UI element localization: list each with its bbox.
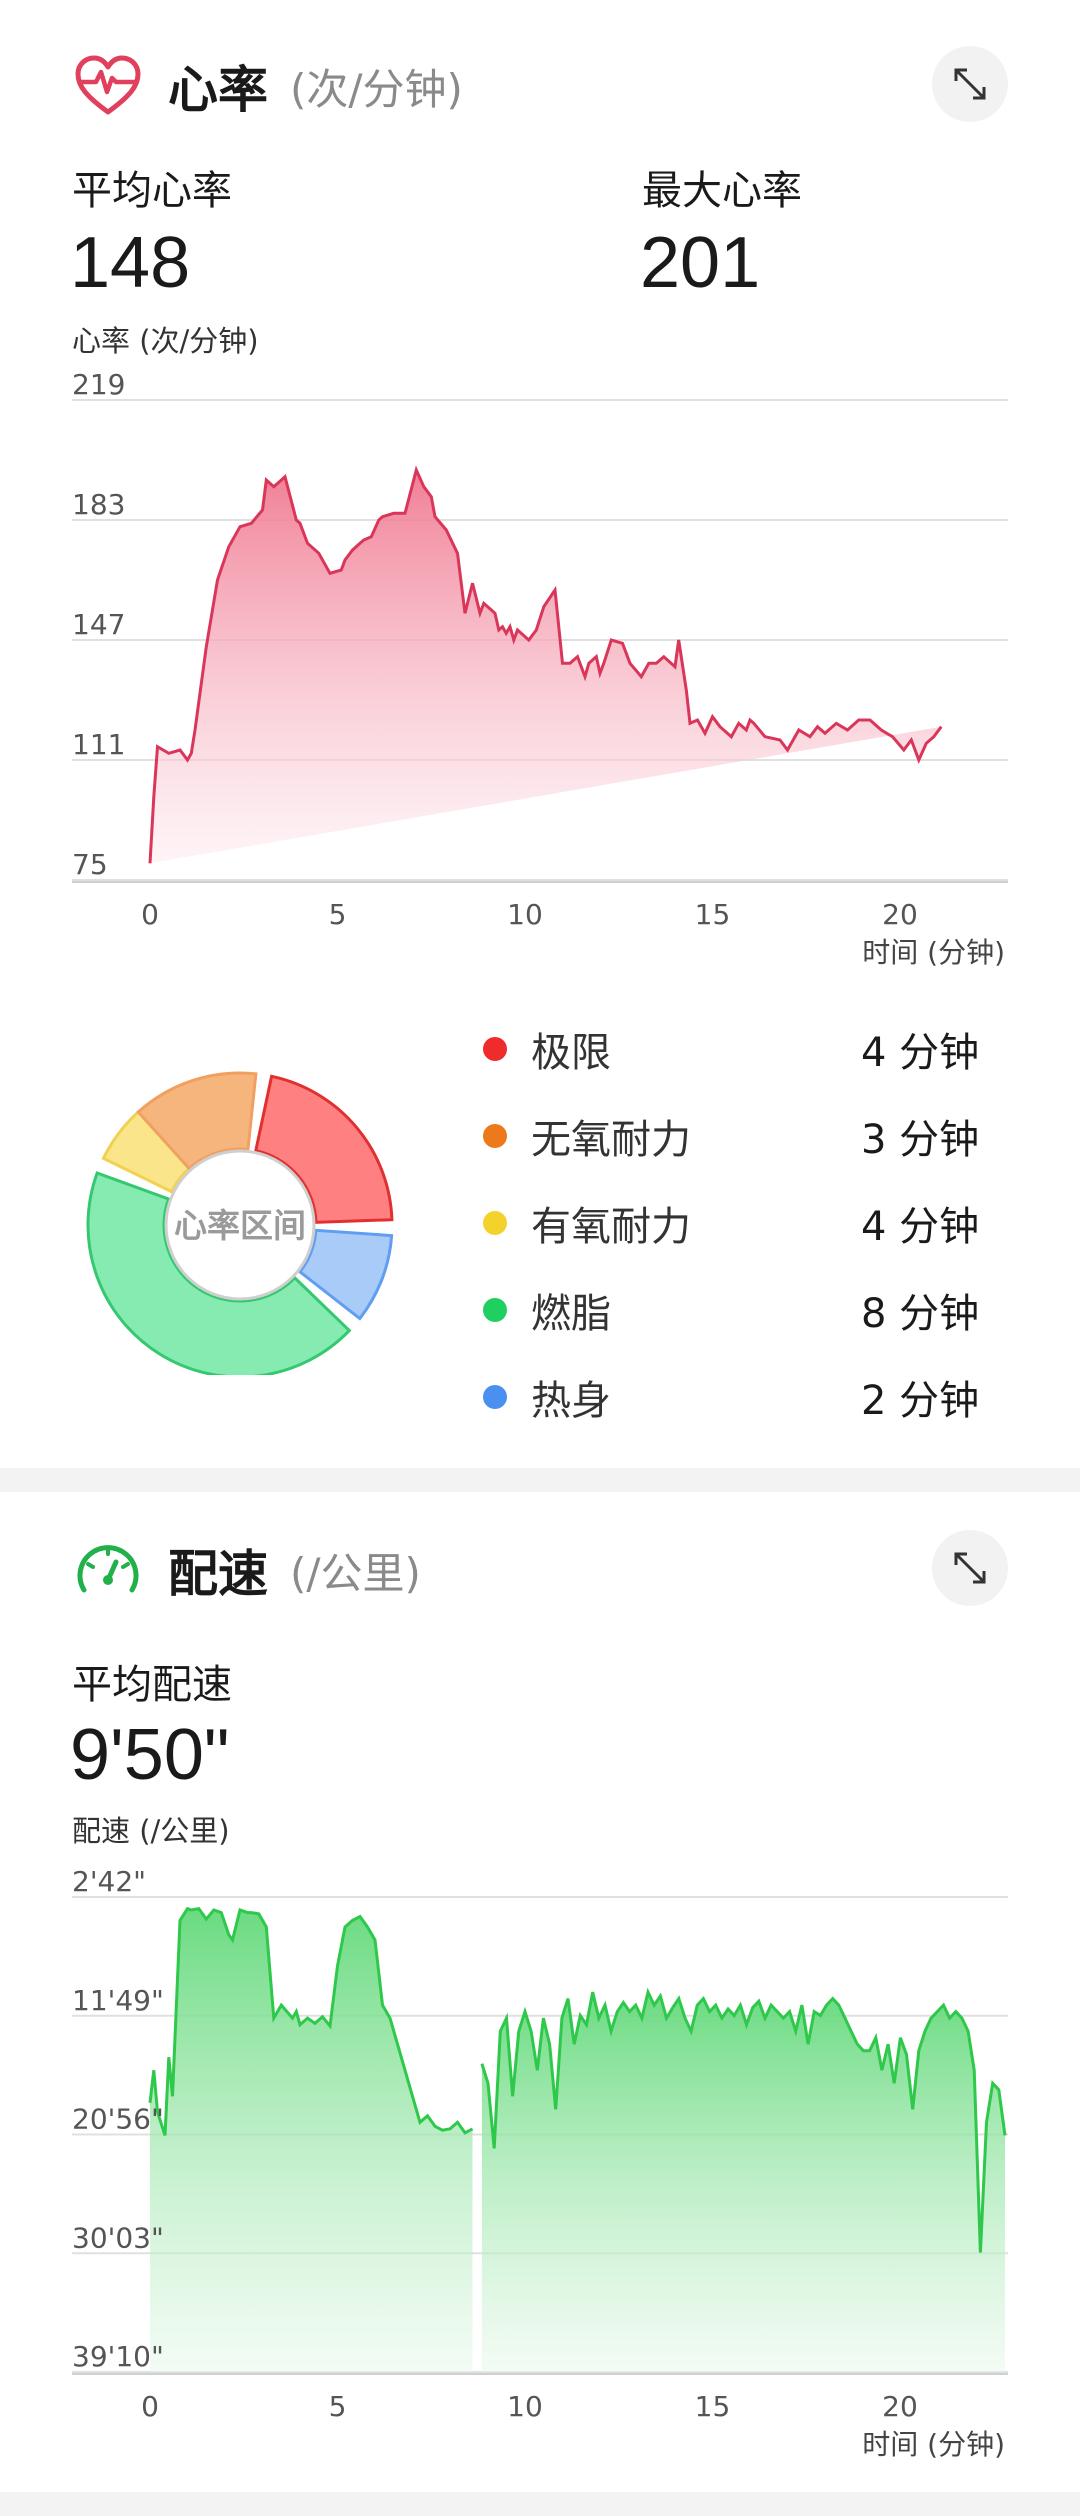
- donut-center-label: 心率区间: [174, 1206, 306, 1245]
- zone-duration: 8 分钟: [861, 1290, 980, 1337]
- zone-duration: 4 分钟: [861, 1203, 980, 1250]
- x-tick-label: 0: [141, 898, 159, 931]
- y-tick-label: 75: [72, 848, 108, 881]
- section-divider: [0, 1468, 1080, 1492]
- zone-name: 极限: [531, 1029, 611, 1076]
- zone-duration: 4 分钟: [861, 1029, 980, 1076]
- zone-color-dot: [483, 1036, 507, 1061]
- zone-name: 有氧耐力: [531, 1203, 691, 1250]
- pace-card: 配速 (/公里) 平均配速 9'50" 配速 (/公里) 2'42" 11'49"…: [0, 1492, 1080, 2492]
- zone-legend-row: 燃脂 8 分钟: [478, 1266, 1038, 1353]
- x-tick-label: 5: [329, 898, 347, 931]
- y-tick-label: 2'42": [72, 1865, 146, 1898]
- y-tick-label: 219: [72, 368, 125, 401]
- zone-color-dot: [483, 1210, 507, 1235]
- y-tick-label: 30'03": [72, 2221, 164, 2254]
- y-tick-label: 147: [72, 608, 125, 641]
- y-tick-label: 183: [72, 488, 125, 521]
- pace-chart: 2'42" 11'49" 20'56" 30'03" 39'10" 0 5 10 15 20 时间…: [72, 1865, 1008, 2461]
- y-tick-label: 11'49": [72, 1984, 164, 2017]
- zone-legend-row: 无氧耐力 3 分钟: [478, 1092, 1038, 1179]
- heart-rate-chart: 219 183 147 111 75 0 5 10 15 20 时间 (分钟): [72, 368, 1008, 969]
- x-tick-label: 15: [695, 898, 731, 931]
- zone-legend-row: 有氧耐力 4 分钟: [478, 1179, 1038, 1266]
- x-tick-label: 10: [507, 2390, 543, 2423]
- zone-name: 燃脂: [531, 1290, 611, 1337]
- pace-area: [150, 1908, 473, 2372]
- zone-duration: 2 分钟: [861, 1377, 980, 1424]
- x-tick-label: 5: [329, 2390, 347, 2423]
- zone-duration: 3 分钟: [861, 1116, 980, 1163]
- x-tick-label: 20: [882, 2390, 918, 2423]
- zone-color-dot: [483, 1384, 507, 1409]
- bottom-divider: [0, 2492, 1080, 2516]
- x-tick-label: 15: [695, 2390, 731, 2423]
- y-tick-label: 20'56": [72, 2103, 164, 2136]
- heart-rate-area: [150, 470, 942, 864]
- pace-x-axis-label: 时间 (分钟): [862, 2428, 1005, 2461]
- zone-legend: 极限 4 分钟 无氧耐力 3 分钟 有氧耐力 4 分钟 燃脂 8 分钟 热身 2…: [478, 1005, 1038, 1440]
- zone-legend-row: 热身 2 分钟: [478, 1353, 1038, 1440]
- zone-color-dot: [483, 1123, 507, 1148]
- heart-rate-x-axis-label: 时间 (分钟): [862, 936, 1005, 969]
- y-tick-label: 111: [72, 728, 125, 761]
- zone-color-dot: [483, 1297, 507, 1322]
- heart-rate-card: 心率 (次/分钟) 平均心率 148 最大心率 201 心率 (次/分钟) 21…: [0, 0, 1080, 1468]
- zone-legend-row: 极限 4 分钟: [478, 1005, 1038, 1092]
- zone-name: 无氧耐力: [531, 1116, 691, 1163]
- x-tick-label: 0: [141, 2390, 159, 2423]
- x-tick-label: 10: [507, 898, 543, 931]
- x-tick-label: 20: [882, 898, 918, 931]
- y-tick-label: 39'10": [72, 2340, 164, 2373]
- zone-name: 热身: [531, 1377, 611, 1424]
- heart-rate-zone-donut: 心率区间: [86, 1071, 394, 1375]
